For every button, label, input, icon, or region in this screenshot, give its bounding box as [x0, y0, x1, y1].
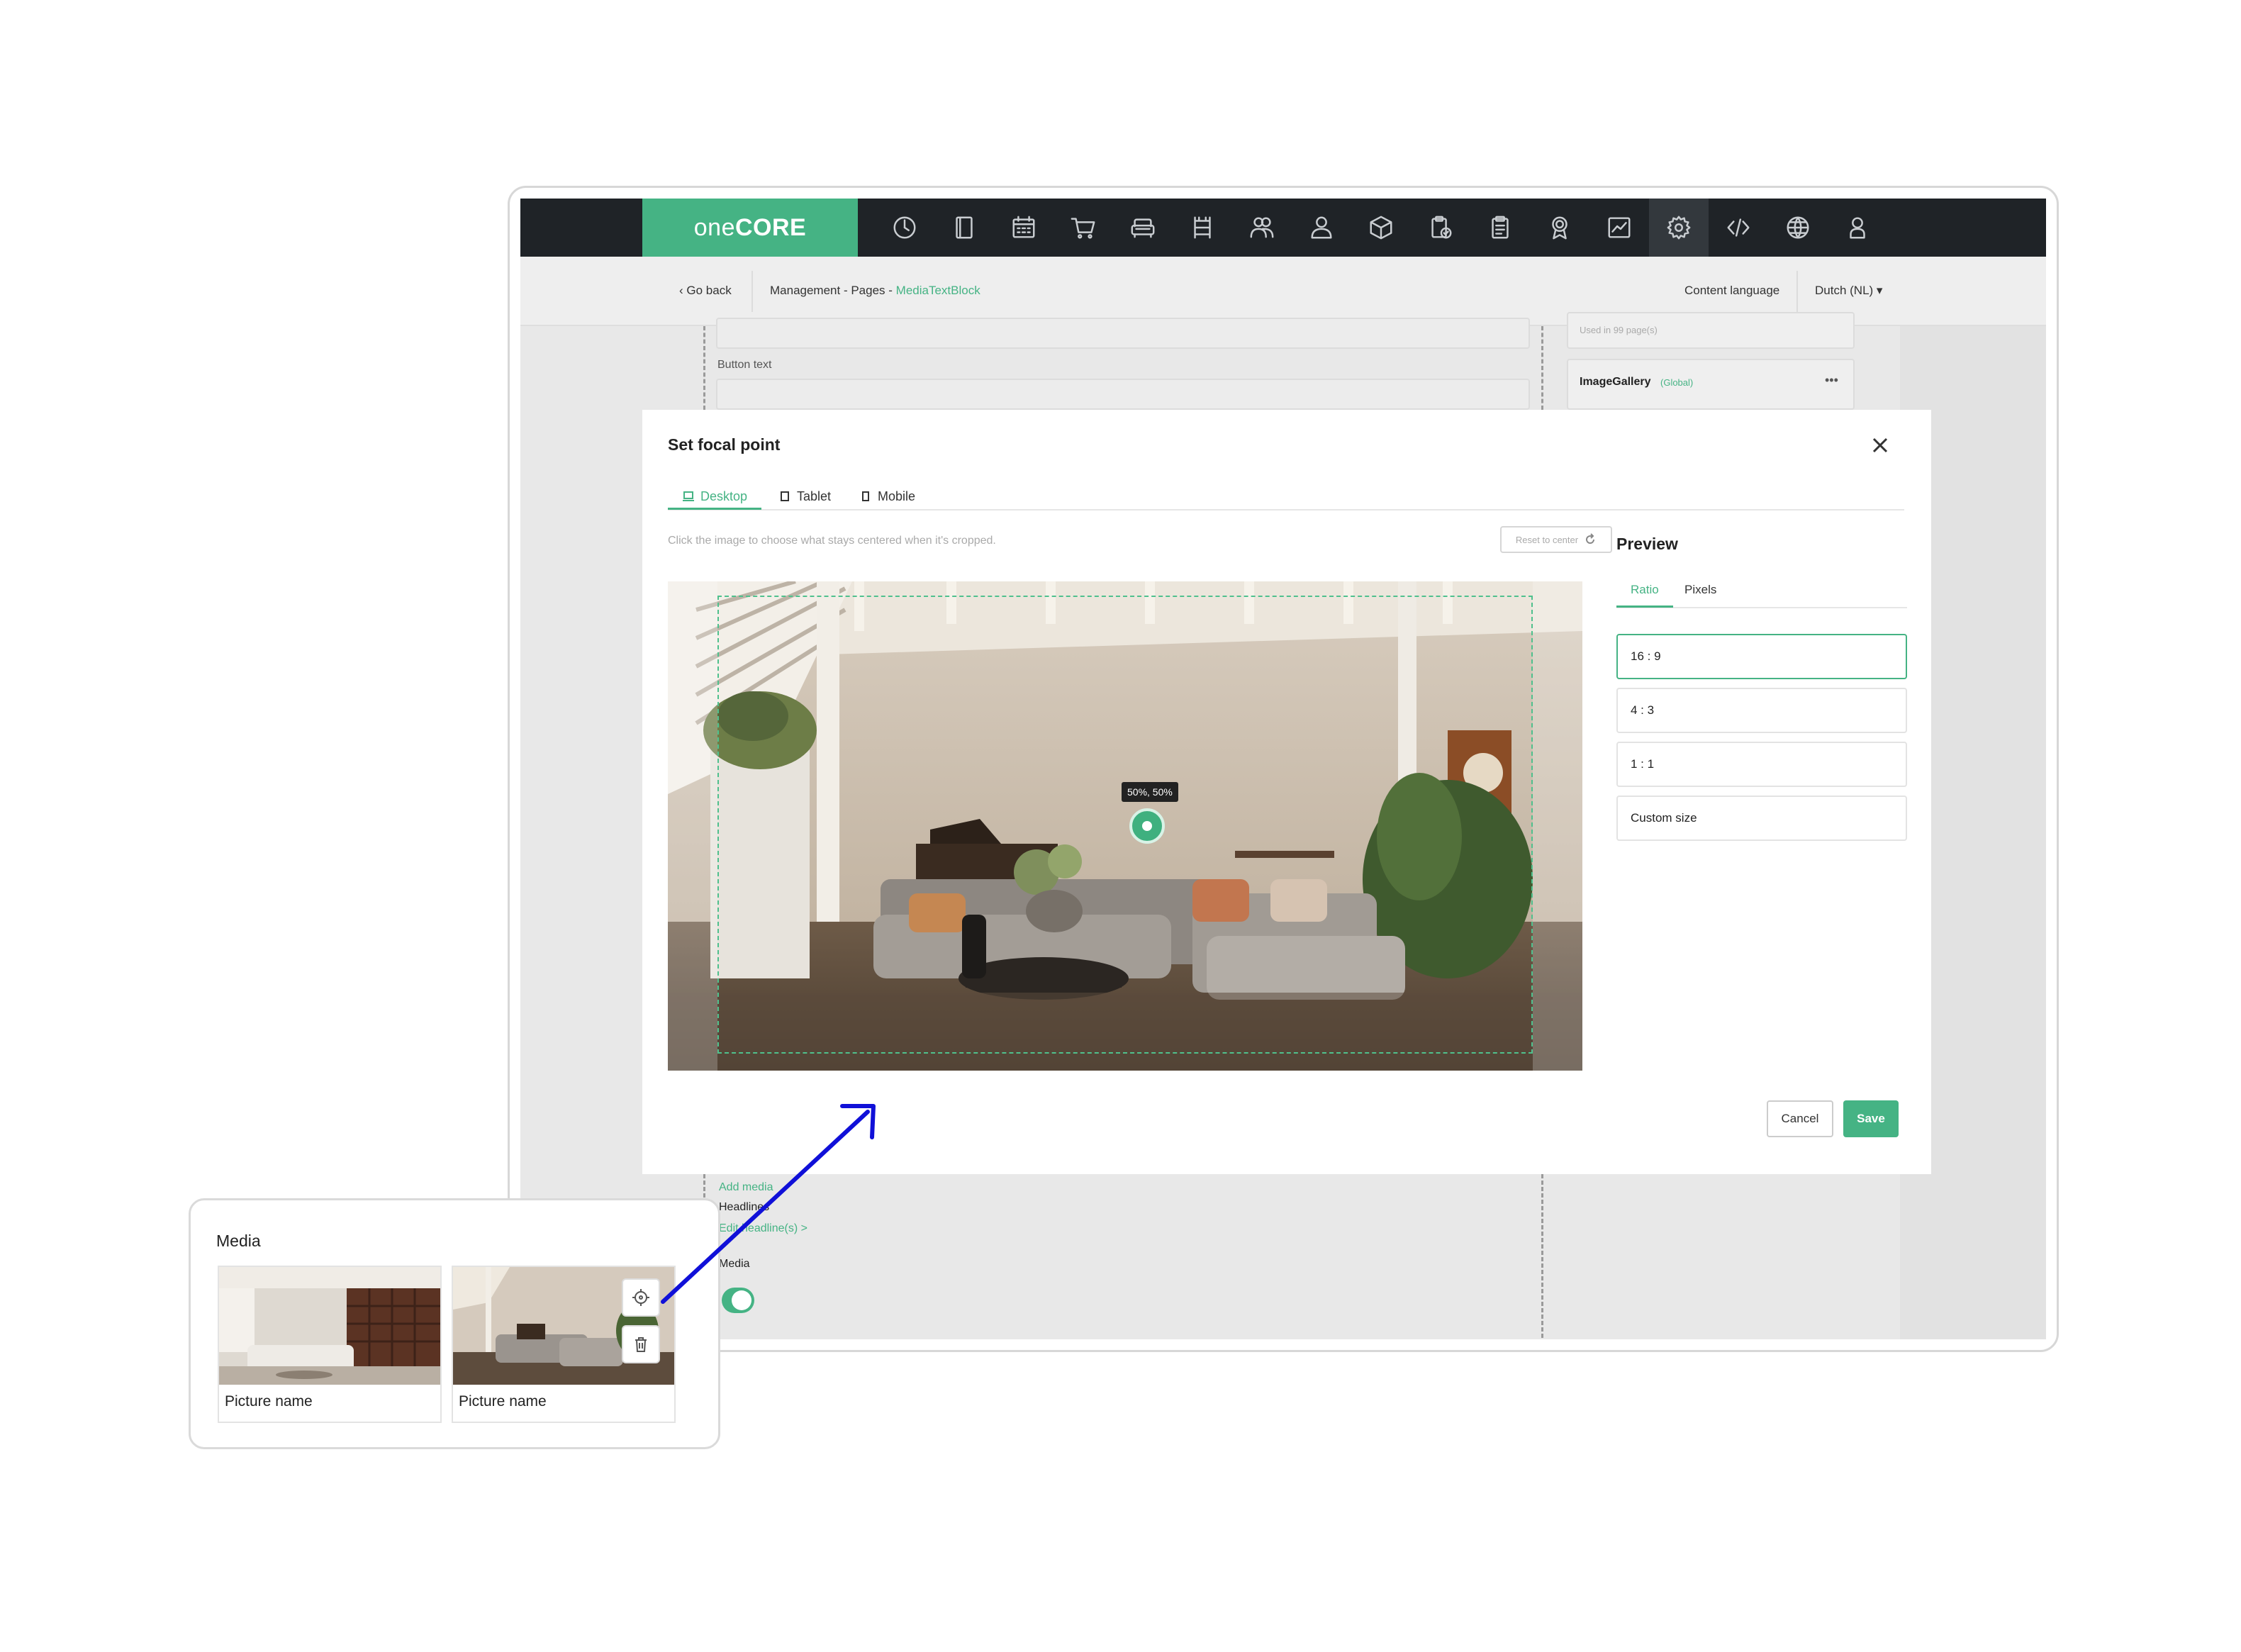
focal-hint-text: Click the image to choose what stays cen…	[668, 535, 996, 547]
mobile-icon	[862, 491, 869, 501]
clipboard-check-icon[interactable]	[1411, 199, 1470, 257]
go-back-link[interactable]: ‹ Go back	[679, 284, 732, 298]
reset-label: Reset to center	[1515, 534, 1579, 545]
ratio-option-custom[interactable]: Custom size	[1616, 796, 1907, 841]
focal-point-handle[interactable]	[1129, 808, 1165, 844]
media-toggle[interactable]	[722, 1288, 754, 1313]
crosshair-icon	[632, 1289, 649, 1306]
focal-coordinates-tooltip: 50%, 50%	[1122, 782, 1178, 802]
crop-mask-right	[1533, 581, 1582, 1071]
globe-icon[interactable]	[1768, 199, 1828, 257]
focal-image[interactable]: 50%, 50%	[668, 581, 1582, 1071]
ratio-option-1-1[interactable]: 1 : 1	[1616, 742, 1907, 787]
tablet-icon	[781, 491, 789, 501]
media-item-name: Picture name	[225, 1393, 313, 1410]
trash-icon	[635, 1337, 647, 1352]
widget-card: Used in 99 page(s)	[1567, 312, 1855, 349]
tab-pixels[interactable]: Pixels	[1684, 583, 1716, 597]
save-button[interactable]: Save	[1843, 1100, 1899, 1137]
clipboard-icon[interactable]	[1470, 199, 1530, 257]
media-toggle-label: Media	[719, 1258, 750, 1270]
app-screen: one CORE ‹ Go back Management - Pages - M…	[520, 199, 2046, 1339]
media-card-title: Media	[216, 1232, 261, 1250]
divider	[1796, 271, 1798, 312]
chart-icon[interactable]	[1589, 199, 1649, 257]
active-tab-indicator	[1616, 605, 1673, 608]
content-language-select[interactable]: Dutch (NL) ▾	[1815, 284, 1882, 298]
shelf-icon[interactable]	[1173, 199, 1232, 257]
award-icon[interactable]	[1530, 199, 1589, 257]
media-item[interactable]: Picture name	[452, 1266, 676, 1423]
button-text-label: Button text	[717, 359, 772, 371]
box-3d-icon[interactable]	[1351, 199, 1411, 257]
headlines-label: Headlines	[719, 1201, 770, 1213]
media-thumbnail-image	[219, 1267, 440, 1385]
edit-headlines-link[interactable]: Edit headline(s) >	[719, 1222, 807, 1235]
tab-mobile[interactable]: Mobile	[859, 486, 915, 506]
user-icon[interactable]	[1292, 199, 1351, 257]
gallery-scope: (Global)	[1660, 377, 1694, 388]
tab-desktop-label: Desktop	[700, 489, 748, 503]
sofa-icon[interactable]	[1113, 199, 1173, 257]
crop-area	[717, 596, 1533, 1054]
close-icon[interactable]	[1867, 432, 1893, 458]
crop-mask-left	[668, 581, 717, 1071]
account-icon[interactable]	[1828, 199, 1887, 257]
block-outline	[1541, 1174, 1543, 1339]
cancel-button[interactable]: Cancel	[1767, 1100, 1833, 1137]
ratio-option-4-3[interactable]: 4 : 3	[1616, 688, 1907, 733]
code-icon[interactable]	[1709, 199, 1768, 257]
preview-tabs: Ratio Pixels	[1616, 577, 1907, 608]
settings-icon[interactable]	[1649, 199, 1709, 257]
preview-title: Preview	[1616, 535, 1678, 553]
tab-ratio[interactable]: Ratio	[1631, 583, 1659, 597]
breadcrumb-current: MediaTextBlock	[895, 284, 980, 297]
users-icon[interactable]	[1232, 199, 1292, 257]
cart-icon[interactable]	[1054, 199, 1113, 257]
focal-point-button[interactable]	[622, 1278, 660, 1317]
divider	[751, 271, 753, 312]
delete-button[interactable]	[622, 1325, 660, 1363]
breadcrumb: Management - Pages - MediaTextBlock	[770, 284, 980, 298]
tab-desktop[interactable]: Desktop	[682, 486, 747, 506]
tab-tablet[interactable]: Tablet	[778, 486, 831, 506]
breadcrumb-path[interactable]: Management - Pages -	[770, 284, 896, 297]
media-item-name: Picture name	[459, 1393, 547, 1410]
tab-tablet-label: Tablet	[797, 489, 832, 503]
bg-input-field[interactable]	[716, 318, 1530, 349]
image-gallery-card[interactable]: ImageGallery (Global) •••	[1567, 359, 1855, 410]
app-logo[interactable]: one CORE	[642, 199, 858, 257]
content-language-label: Content language	[1684, 284, 1780, 297]
top-navigation: one CORE	[520, 199, 2046, 257]
gallery-name: ImageGallery	[1580, 376, 1651, 388]
media-item[interactable]: Picture name	[218, 1266, 442, 1423]
add-media-link[interactable]: Add media	[719, 1181, 773, 1194]
media-card: Media Picture name Picture name	[189, 1198, 720, 1449]
reset-icon	[1586, 533, 1595, 544]
dashboard-icon[interactable]	[875, 199, 934, 257]
more-icon[interactable]: •••	[1825, 373, 1838, 388]
focal-point-modal: Set focal point Desktop Tablet Mobile Cl…	[642, 410, 1931, 1174]
reset-to-center-button[interactable]: Reset to center	[1500, 526, 1612, 553]
block-outline	[1541, 326, 1543, 410]
media-thumbnail	[219, 1267, 440, 1385]
used-in-text: Used in 99 page(s)	[1580, 325, 1658, 335]
active-tab-indicator	[668, 508, 761, 510]
laptop-icon	[683, 491, 694, 501]
button-text-input[interactable]	[716, 379, 1530, 410]
modal-title: Set focal point	[668, 435, 781, 454]
calendar-icon[interactable]	[994, 199, 1054, 257]
tab-mobile-label: Mobile	[878, 489, 916, 503]
block-outline	[703, 326, 705, 410]
device-tabs: Desktop Tablet Mobile	[668, 481, 1904, 510]
book-icon[interactable]	[934, 199, 994, 257]
ratio-option-16-9[interactable]: 16 : 9	[1616, 634, 1907, 679]
